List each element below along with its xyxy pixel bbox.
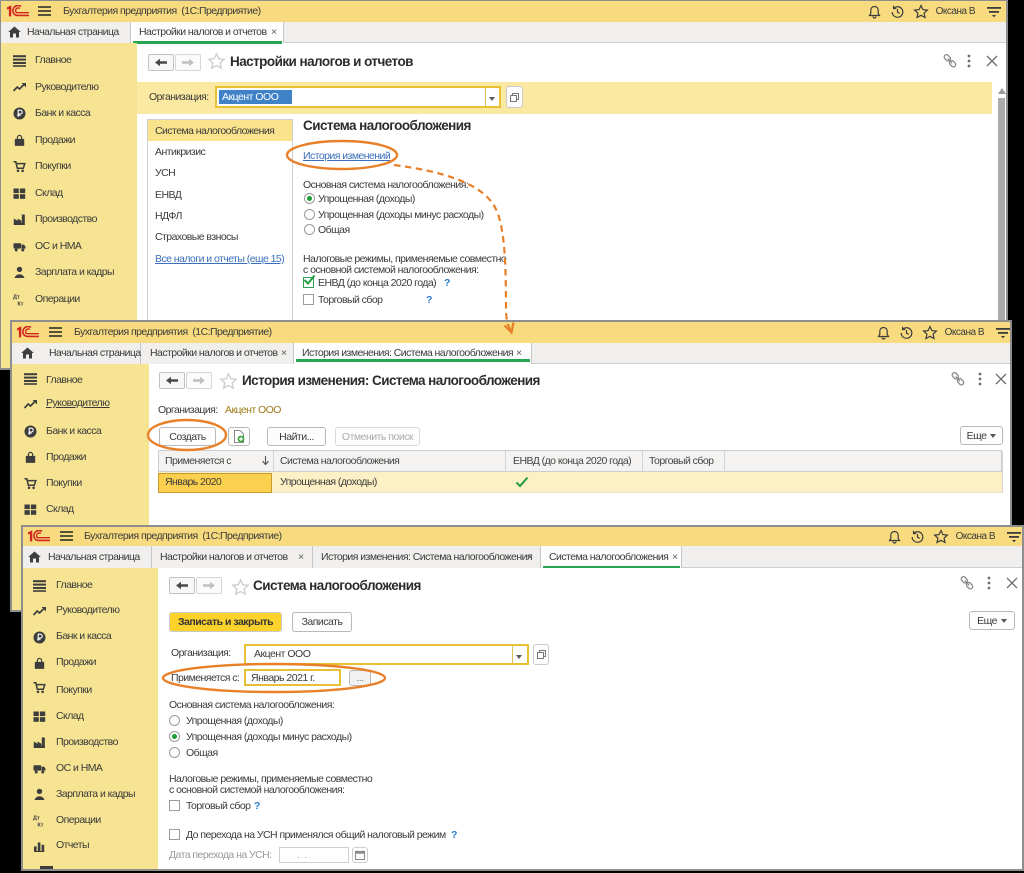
svg-text:Дт: Дт <box>13 294 20 300</box>
svg-text:Дт: Дт <box>33 815 40 821</box>
svg-text:Кт: Кт <box>17 301 23 306</box>
svg-text:Кт: Кт <box>37 822 43 827</box>
